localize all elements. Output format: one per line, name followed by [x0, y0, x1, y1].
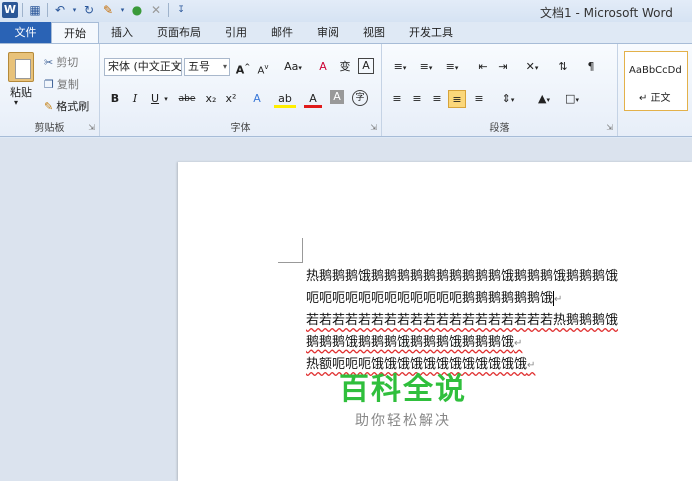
clipboard-launcher-icon[interactable]: ⇲: [88, 123, 95, 132]
tab-home[interactable]: 开始: [51, 22, 99, 43]
clipboard-group: 粘贴 ▾ ✂ 剪切 ❐ 复制 ✎ 格式刷 剪贴板 ⇲: [0, 44, 100, 136]
ribbon: 粘贴 ▾ ✂ 剪切 ❐ 复制 ✎ 格式刷 剪贴板 ⇲ 宋体 (中文正文) ▾ 五号 ▾ A…: [0, 43, 692, 137]
tab-references[interactable]: 引用: [213, 22, 259, 43]
paragraph-mark: ↵: [514, 337, 523, 349]
draw-icon[interactable]: ✕: [148, 2, 164, 18]
text-line[interactable]: 鹅鹅鹅饿鹅鹅鹅饿鹅鹅鹅饿鹅鹅鹅饿↵: [306, 332, 618, 355]
borders-icon[interactable]: □▾: [560, 90, 584, 108]
style-name: ↵ 正文: [639, 93, 671, 104]
character-border-button[interactable]: A: [358, 58, 374, 74]
multilevel-list-icon[interactable]: ≡▾: [440, 58, 464, 76]
qat-separator: [47, 3, 48, 17]
show-marks-icon[interactable]: ¶: [582, 58, 600, 76]
paragraph-mark: ↵: [554, 293, 563, 305]
document-page[interactable]: 热鹅鹅鹅饿鹅鹅鹅鹅鹅鹅鹅鹅鹅鹅饿鹅鹅鹅饿鹅鹅鹅饿 呃呃呃呃呃呃呃呃呃呃呃呃鹅鹅鹅…: [178, 162, 692, 481]
subscript-button[interactable]: x₂: [202, 90, 220, 108]
tab-review[interactable]: 审阅: [305, 22, 351, 43]
dropdown-icon[interactable]: ▾: [119, 2, 126, 18]
font-group-label: 字体: [230, 123, 251, 134]
strikethrough-button[interactable]: abe: [174, 90, 200, 108]
paragraph-mark: ↵: [527, 360, 536, 371]
chevron-down-icon: ▾: [174, 62, 179, 71]
save-icon[interactable]: ▦: [27, 2, 43, 18]
quick-access-toolbar: W ▦ ↶ ▾ ↻ ✎ ▾ ● ✕ ↧: [2, 2, 189, 18]
character-shading-button[interactable]: A: [330, 90, 344, 104]
tab-page-layout[interactable]: 页面布局: [145, 22, 213, 43]
text-line[interactable]: 呃呃呃呃呃呃呃呃呃呃呃呃鹅鹅鹅鹅鹅鹅饿↵: [306, 288, 618, 311]
scissors-icon: ✂: [44, 55, 54, 69]
clear-formatting-button[interactable]: A: [314, 58, 332, 76]
phonetic-guide-button[interactable]: 变: [336, 58, 354, 76]
style-preview: AaBbCcDd: [629, 65, 682, 76]
paragraph-group: ≡▾ ≡▾ ≡▾ ⇤ ⇥ ✕▾ ⇅ ¶ ≡ ≡ ≡ ≡ ≡ ⇕▾ ▲▾ □▾ 段…: [382, 44, 618, 136]
grow-font-button[interactable]: A^: [234, 58, 252, 77]
watermark-subtitle: 助你轻松解决: [355, 413, 451, 429]
bold-button[interactable]: B: [106, 90, 124, 108]
enclose-characters-button[interactable]: 字: [352, 90, 368, 106]
font-launcher-icon[interactable]: ⇲: [370, 123, 377, 132]
brush-icon: ✎: [44, 99, 54, 113]
font-size-select[interactable]: 五号 ▾: [184, 58, 230, 76]
word-logo-icon[interactable]: W: [2, 2, 18, 18]
line-spacing-icon[interactable]: ⇕▾: [496, 90, 520, 108]
text-line[interactable]: 热鹅鹅鹅饿鹅鹅鹅鹅鹅鹅鹅鹅鹅鹅饿鹅鹅鹅饿鹅鹅鹅饿: [306, 266, 618, 288]
tab-developer[interactable]: 开发工具: [397, 22, 465, 43]
paragraph-launcher-icon[interactable]: ⇲: [606, 123, 613, 132]
change-case-button[interactable]: Aa▾: [280, 58, 306, 76]
copy-icon: ❐: [44, 77, 54, 91]
document-body[interactable]: 热鹅鹅鹅饿鹅鹅鹅鹅鹅鹅鹅鹅鹅鹅饿鹅鹅鹅饿鹅鹅鹅饿 呃呃呃呃呃呃呃呃呃呃呃呃鹅鹅鹅…: [306, 266, 618, 377]
ribbon-tabs: 文件 开始 插入 页面布局 引用 邮件 审阅 视图 开发工具: [0, 22, 692, 43]
window-title: 文档1 - Microsoft Word: [540, 6, 673, 20]
watermark-logo: 百科全说 助你轻松解决: [338, 364, 468, 430]
chevron-down-icon: ▾: [222, 62, 227, 71]
tab-insert[interactable]: 插入: [99, 22, 145, 43]
document-area: 热鹅鹅鹅饿鹅鹅鹅鹅鹅鹅鹅鹅鹅鹅饿鹅鹅鹅饿鹅鹅鹅饿 呃呃呃呃呃呃呃呃呃呃呃呃鹅鹅鹅…: [0, 138, 692, 481]
distributed-icon[interactable]: ≡: [470, 90, 488, 108]
dropdown-icon[interactable]: ▾: [71, 2, 78, 18]
title-bar: W ▦ ↶ ▾ ↻ ✎ ▾ ● ✕ ↧ 文档1 - Microsoft Word: [0, 0, 692, 22]
align-left-icon[interactable]: ≡: [388, 90, 406, 108]
customize-qat-icon[interactable]: ↧: [173, 2, 189, 18]
format-painter-button[interactable]: ✎ 格式刷: [44, 98, 89, 114]
font-name-select[interactable]: 宋体 (中文正文) ▾: [104, 58, 182, 76]
paste-dropdown-icon[interactable]: ▾: [14, 98, 18, 107]
align-right-icon[interactable]: ≡: [428, 90, 446, 108]
style-normal[interactable]: AaBbCcDd ↵ 正文: [624, 51, 688, 111]
copy-button[interactable]: ❐ 复制: [44, 76, 79, 92]
clipboard-group-label: 剪贴板: [34, 123, 65, 134]
redo-icon[interactable]: ↻: [81, 2, 97, 18]
cut-button[interactable]: ✂ 剪切: [44, 54, 78, 70]
watermark-title: 百科全说: [339, 372, 467, 407]
bullets-icon[interactable]: ≡▾: [388, 58, 412, 76]
format-brush-icon[interactable]: ✎: [100, 2, 116, 18]
color-circle-icon[interactable]: ●: [129, 2, 145, 18]
paragraph-group-label: 段落: [489, 123, 510, 134]
font-group: 宋体 (中文正文) ▾ 五号 ▾ A^ Av Aa▾ A 变 A B I U ▾ a…: [100, 44, 382, 136]
text-effects-button[interactable]: A: [248, 90, 266, 108]
tab-file[interactable]: 文件: [0, 22, 51, 43]
underline-dropdown-icon[interactable]: ▾: [162, 90, 170, 108]
shading-icon[interactable]: ▲▾: [532, 90, 556, 108]
increase-indent-icon[interactable]: ⇥: [494, 58, 512, 76]
qat-separator: [22, 3, 23, 17]
justify-icon[interactable]: ≡: [448, 90, 466, 108]
font-color-button[interactable]: A: [304, 90, 322, 108]
shrink-font-button[interactable]: Av: [254, 58, 272, 76]
paste-icon[interactable]: [8, 52, 34, 82]
highlight-button[interactable]: ab: [274, 90, 296, 108]
qat-separator: [168, 3, 169, 17]
text-line[interactable]: 若若若若若若若若若若若若若若若若若若若热鹅鹅鹅饿: [306, 310, 618, 332]
margin-corner-mark: [278, 238, 303, 263]
align-center-icon[interactable]: ≡: [408, 90, 426, 108]
sort-icon[interactable]: ⇅: [554, 58, 572, 76]
italic-button[interactable]: I: [126, 90, 144, 108]
numbering-icon[interactable]: ≡▾: [414, 58, 438, 76]
tab-mailings[interactable]: 邮件: [259, 22, 305, 43]
undo-icon[interactable]: ↶: [52, 2, 68, 18]
chinese-layout-icon[interactable]: ✕▾: [520, 58, 544, 76]
tab-view[interactable]: 视图: [351, 22, 397, 43]
decrease-indent-icon[interactable]: ⇤: [474, 58, 492, 76]
superscript-button[interactable]: x²: [222, 90, 240, 108]
